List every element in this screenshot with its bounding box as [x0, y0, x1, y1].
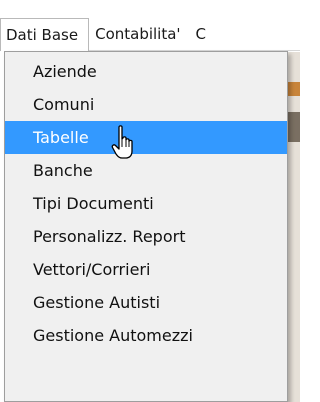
menu-item-label: Gestione Autisti: [33, 293, 161, 312]
menu-item-vettori-corrieri[interactable]: Vettori/Corrieri: [5, 253, 287, 286]
background-panel: [286, 112, 300, 142]
menu-item-gestione-autisti[interactable]: Gestione Autisti: [5, 286, 287, 319]
menu-item-label: Tipi Documenti: [33, 194, 154, 213]
menu-item-aziende[interactable]: Aziende: [5, 55, 287, 88]
menu-item-label: Gestione Automezzi: [33, 326, 193, 345]
menu-contabilita[interactable]: Contabilita': [89, 18, 189, 51]
menu-dati-base[interactable]: Dati Base: [0, 17, 90, 51]
menu-item-comuni[interactable]: Comuni: [5, 88, 287, 121]
menu-item-label: Banche: [33, 161, 93, 180]
menu-item-label: Aziende: [33, 62, 97, 81]
background-app-area: [286, 52, 300, 402]
menu-item-banche[interactable]: Banche: [5, 154, 287, 187]
menu-item-tipi-documenti[interactable]: Tipi Documenti: [5, 187, 287, 220]
menu-item-gestione-automezzi[interactable]: Gestione Automezzi: [5, 319, 287, 352]
menu-next-truncated[interactable]: C: [190, 18, 215, 51]
menu-item-label: Comuni: [33, 95, 95, 114]
menu-item-label: Vettori/Corrieri: [33, 260, 151, 279]
menu-item-tabelle[interactable]: Tabelle: [5, 121, 287, 154]
menu-item-label: Tabelle: [33, 128, 89, 147]
menu-item-label: Personalizz. Report: [33, 227, 186, 246]
background-accent: [286, 82, 300, 96]
app-window: Dati Base Contabilita' C Aziende Comuni …: [0, 0, 300, 402]
window-top-strip: [0, 0, 300, 18]
menu-bar: Dati Base Contabilita' C: [0, 17, 300, 51]
hand-pointer-icon: [111, 125, 133, 159]
dati-base-dropdown: Aziende Comuni Tabelle Banche Tipi Docum…: [4, 51, 288, 402]
menu-item-personalizz-report[interactable]: Personalizz. Report: [5, 220, 287, 253]
